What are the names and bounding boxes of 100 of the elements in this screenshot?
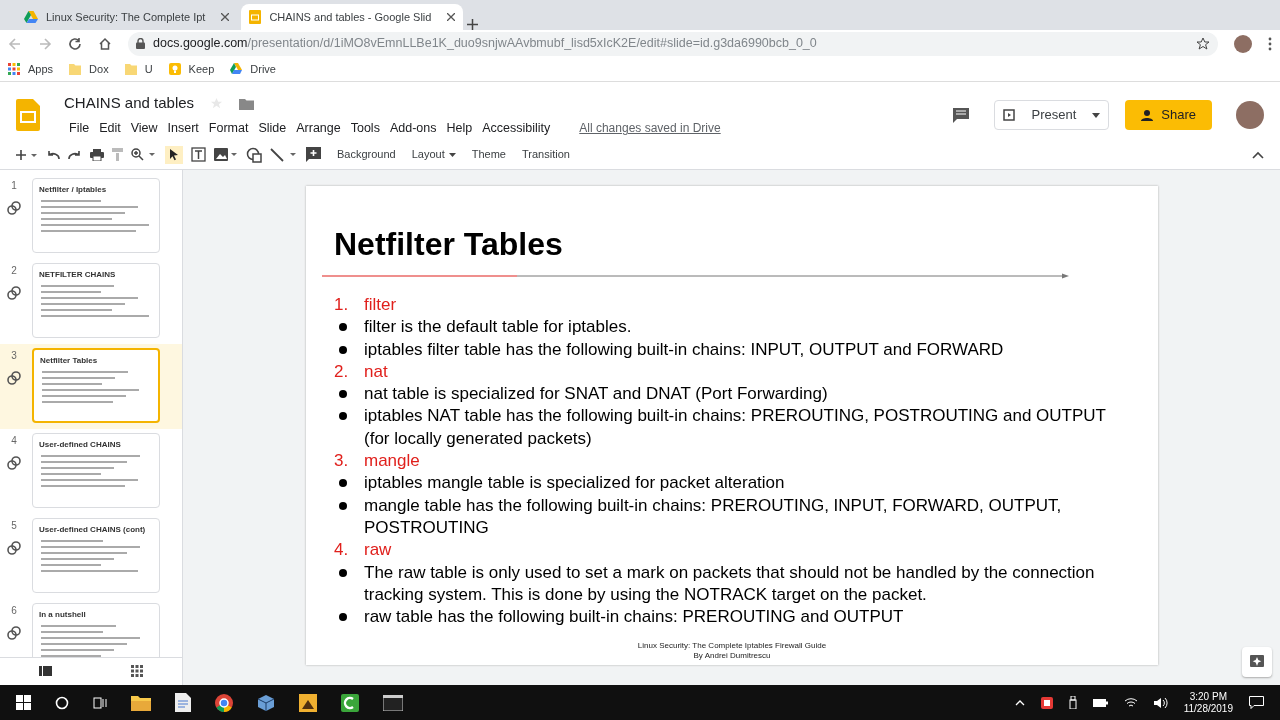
collapse-icon[interactable] [1252,150,1264,159]
document-title[interactable]: CHAINS and tables [64,92,195,115]
bullet-text: iptables NAT table has the following built-in chains: PREROUTING, POSTROUTING and OUTPUT (for locally generated packets) [364,405,1107,450]
browser-tab[interactable]: CHAINS and tables - Google Slid [241,4,464,30]
link-icon [7,456,21,470]
grid-view-icon[interactable] [130,665,143,678]
apps-icon [8,63,20,75]
clock[interactable]: 3:20 PM 11/28/2019 [1183,690,1233,715]
bullet-icon [339,390,347,399]
filmstrip-view-icon[interactable] [39,666,53,677]
menu-item[interactable]: Help [441,118,478,138]
text-box-icon[interactable] [191,147,206,162]
drive-icon [24,11,38,23]
toolbar-button[interactable]: Transition [514,146,578,163]
document-icon[interactable] [175,693,191,712]
slide-thumbnail[interactable]: Netfilter / Iptables [32,178,160,253]
menu-item[interactable]: Arrange [291,118,346,138]
present-icon [1003,109,1016,121]
link-icon [7,541,21,555]
windows-logo-icon[interactable] [16,695,31,710]
search-icon[interactable] [55,695,69,710]
slides-icon [249,10,262,24]
comment-icon[interactable] [952,107,971,123]
thumbnail-title: NETFILTER CHAINS [39,269,117,281]
bullet-text: nat table is specialized for SNAT and DNAT (Port Forwarding) [364,383,829,406]
slide-thumbnail[interactable]: User-defined CHAINS [32,433,160,508]
wifi-icon[interactable] [1123,697,1138,708]
list-heading: raw [364,539,392,562]
undo-icon[interactable] [46,149,60,160]
slide-number: 1 [10,179,18,193]
menu-item[interactable]: Format [203,118,254,138]
toolbar-button[interactable]: Layout [403,146,464,163]
browser-tab[interactable]: Linux Security: The Complete Ipt [16,4,238,30]
caret-icon [1092,112,1101,118]
menu-item[interactable]: Add-ons [384,118,442,138]
menu-item[interactable]: Slide [253,118,292,138]
slide-thumbnail[interactable]: Netfilter Tables [32,348,160,423]
link-icon [7,201,21,215]
bullet-text: filter is the default table for iptables. [364,316,633,339]
share-button[interactable]: Share [1125,100,1212,130]
redo-icon[interactable] [68,149,82,160]
bullet-icon [339,323,347,332]
more-icon[interactable] [1268,36,1272,51]
slide-thumbnail[interactable]: User-defined CHAINS (cont) [32,518,160,593]
avatar[interactable] [1236,101,1264,129]
menu-item[interactable]: Accessibility [477,118,556,138]
print-icon[interactable] [90,148,104,161]
save-status-link[interactable]: All changes saved in Drive [579,119,721,138]
bookmark-label: Keep [188,61,215,77]
star-icon[interactable] [1196,36,1210,51]
menu-item[interactable]: File [64,118,95,138]
toolbar-button[interactable]: Background [329,146,404,163]
bullet-icon [339,613,347,622]
app-icon[interactable] [299,693,317,712]
browser-icon[interactable] [215,693,233,712]
bullet-icon [339,479,347,488]
lock-icon [136,38,145,49]
list-number: 3. [334,450,350,473]
new-tab-icon[interactable] [467,19,479,30]
shape-icon[interactable] [246,146,262,163]
task-view-icon[interactable] [93,695,107,710]
image-icon[interactable] [214,147,238,162]
reload-icon[interactable] [68,36,82,51]
present-button[interactable]: Present [994,100,1110,130]
caret-up-icon[interactable] [1014,699,1025,706]
speaker-icon[interactable] [1153,696,1168,709]
slide-number: 6 [10,604,18,618]
person-icon [1141,109,1154,121]
toolbar-button[interactable]: Theme [463,146,514,163]
menu-item[interactable]: Insert [162,118,204,138]
notification-icon[interactable] [1249,696,1264,709]
close-icon[interactable] [447,13,456,21]
folder-icon[interactable] [131,694,151,711]
bulb-icon [168,63,181,75]
bullet-icon [339,501,347,510]
add-icon[interactable] [16,148,38,161]
cursor-icon[interactable] [165,145,183,164]
slide-thumbnail[interactable]: NETFILTER CHAINS [32,263,160,338]
link-icon [7,371,21,385]
menu-item[interactable]: Edit [94,118,126,138]
menu-item[interactable]: Tools [345,118,385,138]
tray-app-icon[interactable] [1040,696,1053,709]
battery-icon[interactable] [1092,698,1108,707]
thumbnail-title: User-defined CHAINS [39,439,122,451]
slide-thumbnail[interactable]: In a nutshell [32,603,160,657]
close-icon[interactable] [221,13,230,21]
usb-icon[interactable] [1068,696,1077,709]
avatar[interactable] [1234,34,1252,53]
cube-icon[interactable] [257,693,275,712]
menu-item[interactable]: View [125,118,163,138]
line-icon[interactable] [270,147,298,162]
bookmark-label: Apps [28,61,54,77]
bookmark-label: Dox [89,61,109,77]
zoom-icon[interactable] [131,148,157,161]
folder-icon [69,63,82,75]
terminal-icon[interactable] [383,694,403,711]
address-bar[interactable]: docs.google.com/presentation/d/1iMO8vEmnLLBe1K_duo9snjwAAvbmubf_lisd5xIcK2E/edit#slide=id.g3da6990bcb_0_0 [128,31,1218,56]
comment-add-icon[interactable] [306,147,321,162]
home-icon[interactable] [98,36,112,51]
explore-button[interactable] [1242,647,1272,677]
